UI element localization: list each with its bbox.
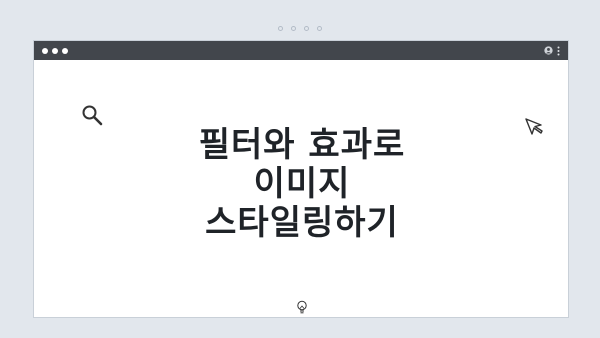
titlebar-actions bbox=[544, 46, 560, 56]
title-line: 스타일링하기 bbox=[205, 203, 399, 243]
title-line: 이미지 bbox=[253, 164, 351, 204]
close-dot-icon[interactable] bbox=[42, 47, 48, 54]
pager-dots bbox=[0, 26, 600, 31]
lightbulb-icon bbox=[296, 300, 308, 319]
kebab-icon[interactable] bbox=[557, 46, 560, 56]
user-icon[interactable] bbox=[544, 46, 553, 55]
pager-dot bbox=[291, 26, 296, 31]
minimize-dot-icon[interactable] bbox=[52, 47, 58, 54]
pager-dot bbox=[278, 26, 283, 31]
page-title: 필터와 효과로 이미지 스타일링하기 bbox=[34, 126, 570, 243]
title-line: 필터와 효과로 bbox=[198, 125, 406, 165]
window-titlebar bbox=[34, 41, 568, 60]
browser-window: 필터와 효과로 이미지 스타일링하기 bbox=[33, 40, 569, 318]
window-controls bbox=[42, 47, 68, 54]
pager-dot bbox=[304, 26, 309, 31]
maximize-dot-icon[interactable] bbox=[62, 47, 68, 54]
cursor-arrow-icon bbox=[524, 117, 544, 141]
pager-dot bbox=[317, 26, 322, 31]
slide-content: 필터와 효과로 이미지 스타일링하기 bbox=[34, 60, 568, 319]
